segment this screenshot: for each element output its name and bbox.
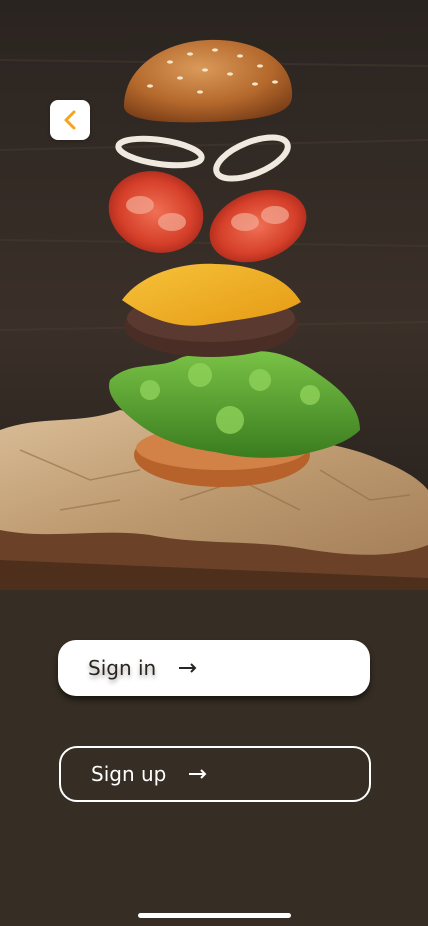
back-button[interactable] (50, 100, 90, 140)
burger-illustration (0, 0, 428, 590)
hero-burger-image (0, 0, 428, 590)
welcome-screen: Sign in Sign up (0, 0, 428, 926)
chevron-left-icon (64, 110, 76, 130)
sign-up-label: Sign up (91, 762, 167, 786)
sign-in-label: Sign in (88, 656, 157, 680)
sign-up-button[interactable]: Sign up (59, 746, 371, 802)
arrow-right-icon (179, 663, 197, 673)
home-indicator[interactable] (138, 913, 291, 918)
sign-in-button[interactable]: Sign in (58, 640, 370, 696)
arrow-right-icon (189, 769, 207, 779)
